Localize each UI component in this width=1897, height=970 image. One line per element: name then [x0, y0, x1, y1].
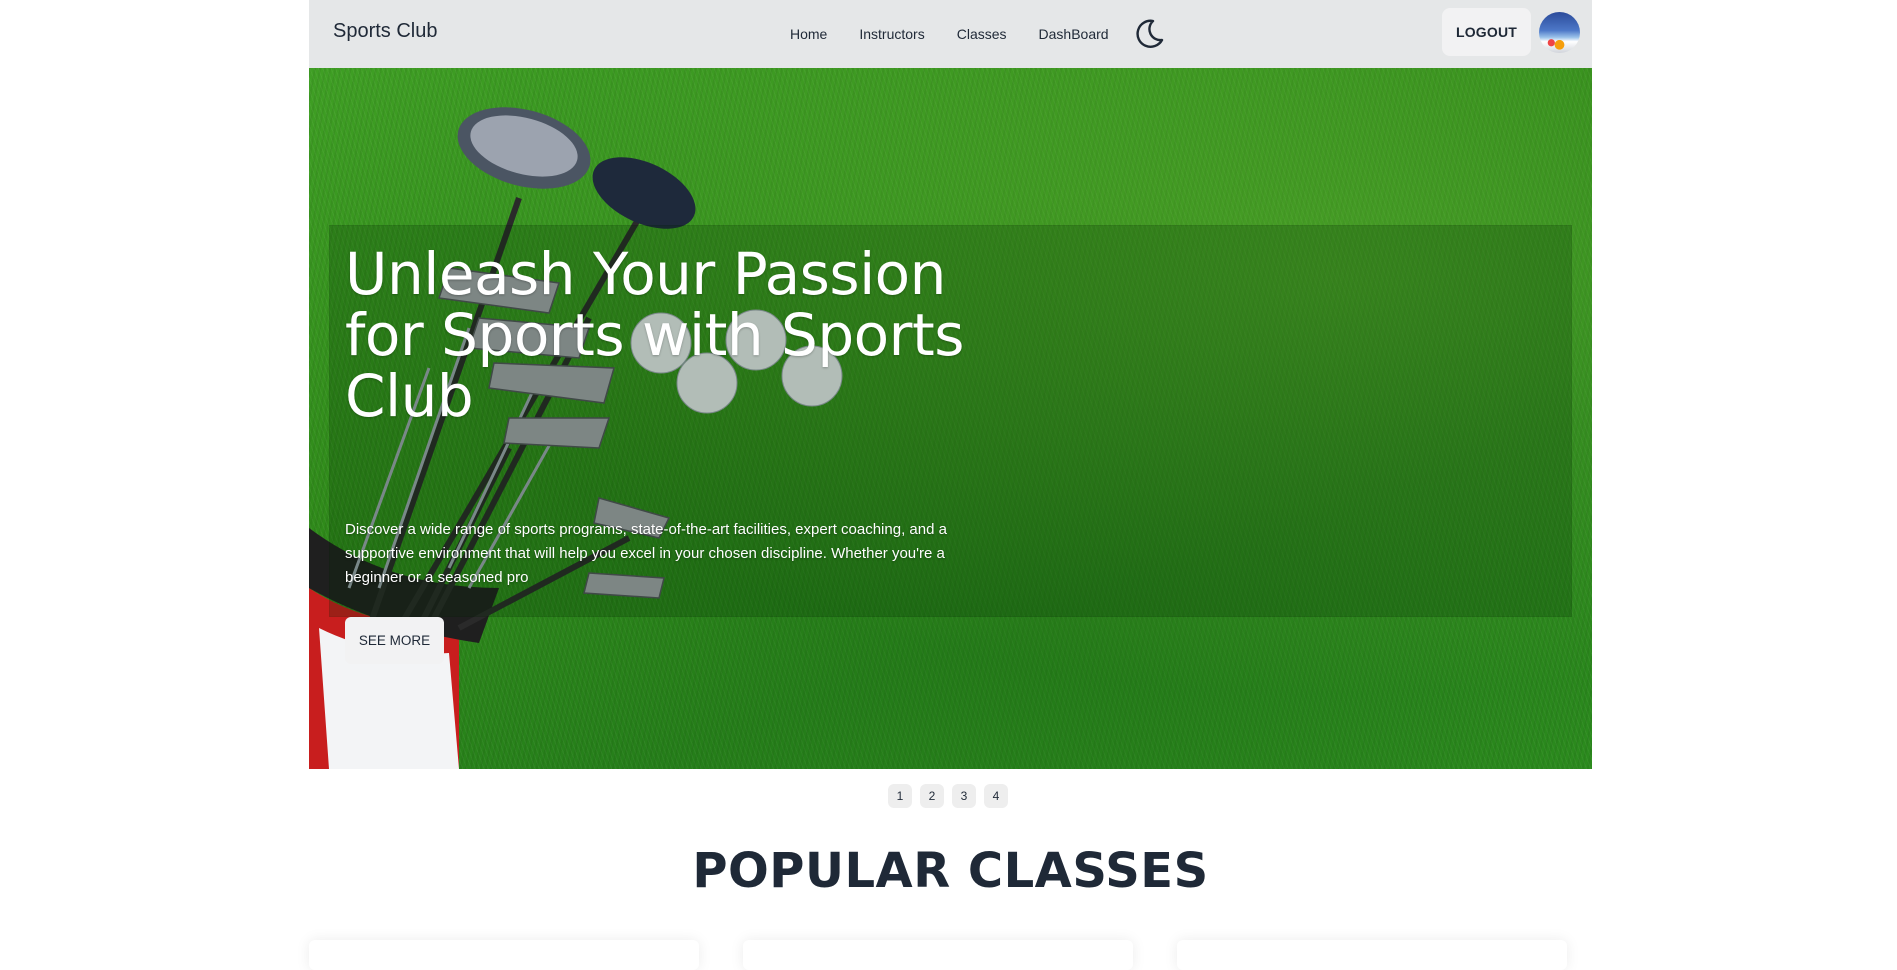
hero-banner: Unleash Your Passion for Sports with Spo…	[309, 68, 1592, 769]
class-card[interactable]	[309, 940, 699, 970]
carousel-pagination: 1 2 3 4	[888, 784, 1008, 808]
carousel-page-4[interactable]: 4	[984, 784, 1008, 808]
carousel-page-1[interactable]: 1	[888, 784, 912, 808]
hero-description: Discover a wide range of sports programs…	[345, 521, 947, 586]
popular-classes-heading: POPULAR CLASSES	[692, 843, 1209, 899]
class-card[interactable]	[743, 940, 1133, 970]
nav-home-link[interactable]: Home	[774, 20, 843, 48]
nav-instructors-link[interactable]: Instructors	[843, 20, 940, 48]
nav-links: Home Instructors Classes DashBoard	[774, 0, 1169, 68]
hero-title: Unleash Your Passion for Sports with Spo…	[345, 240, 964, 430]
navbar: Sports Club Home Instructors Classes Das…	[309, 0, 1592, 68]
brand-logo[interactable]: Sports Club	[333, 20, 438, 43]
nav-dashboard-link[interactable]: DashBoard	[1023, 20, 1125, 48]
user-avatar[interactable]	[1539, 12, 1580, 53]
see-more-button[interactable]: SEE MORE	[345, 617, 444, 664]
page-container: Sports Club Home Instructors Classes Das…	[309, 0, 1592, 970]
carousel-page-3[interactable]: 3	[952, 784, 976, 808]
logout-button[interactable]: LOGOUT	[1442, 8, 1531, 56]
moon-icon[interactable]	[1129, 14, 1169, 54]
carousel-page-2[interactable]: 2	[920, 784, 944, 808]
class-card[interactable]	[1177, 940, 1567, 970]
nav-classes-link[interactable]: Classes	[941, 20, 1023, 48]
